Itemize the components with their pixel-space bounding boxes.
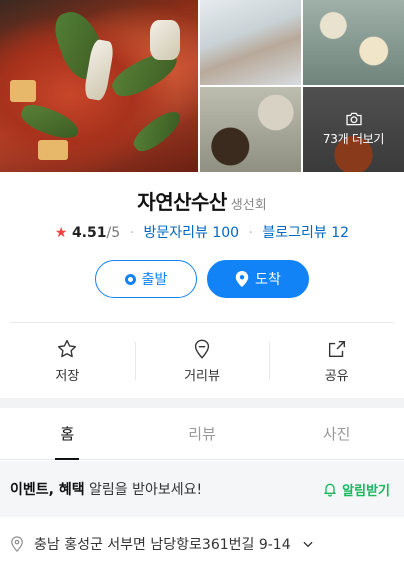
bell-icon [324, 483, 336, 497]
notify-label: 알림받기 [342, 483, 390, 499]
chevron-down-icon[interactable] [301, 537, 315, 551]
event-notice-banner: 이벤트, 혜택 알림을 받아보세요! 알림받기 [0, 461, 404, 517]
photo-detail [38, 140, 68, 160]
rating-max: /5 [106, 225, 121, 241]
notice-text: 이벤트, 혜택 알림을 받아보세요! [10, 479, 202, 499]
share-label: 공유 [324, 369, 349, 384]
map-pin-outline-icon [194, 339, 210, 359]
arrive-button[interactable]: 도착 [207, 260, 309, 298]
photo-detail [129, 104, 186, 158]
tab-photos[interactable]: 사진 [269, 408, 404, 459]
save-button[interactable]: 저장 [0, 330, 135, 392]
location-pin-icon [235, 271, 249, 287]
tab-reviews[interactable]: 리뷰 [135, 408, 270, 459]
photo-thumbnail[interactable] [200, 87, 301, 172]
place-header: 자연산수산 생선회 [0, 186, 404, 215]
photo-more-label: 73개 더보기 [322, 132, 385, 146]
place-name: 자연산수산 [137, 190, 227, 214]
share-icon [328, 340, 345, 358]
tab-home[interactable]: 홈 [0, 408, 135, 459]
photo-detail [10, 80, 36, 102]
photo-more-overlay[interactable]: 73개 더보기 [303, 87, 404, 172]
notify-button[interactable]: 알림받기 [322, 480, 390, 499]
rating-value: 4.51 [71, 225, 107, 241]
camera-icon [345, 112, 362, 126]
star-icon: ★ [54, 225, 68, 241]
share-button[interactable]: 공유 [269, 330, 404, 392]
divider [10, 322, 394, 323]
photo-thumbnail[interactable] [200, 0, 301, 85]
address-row[interactable]: 충남 홍성군 서부면 남당항로361번길 9-14 [8, 534, 315, 554]
photo-thumbnail[interactable] [303, 0, 404, 85]
section-gap [0, 398, 404, 408]
action-bar: 저장 거리뷰 공유 [0, 330, 404, 392]
notice-strong: 이벤트, 혜택 [10, 482, 85, 498]
photo-detail [17, 100, 83, 144]
photo-more-thumbnail[interactable]: 73개 더보기 [303, 87, 404, 172]
save-label: 저장 [55, 369, 80, 384]
arrive-label: 도착 [255, 272, 281, 288]
start-label: 출발 [141, 272, 168, 288]
star-outline-icon [58, 339, 77, 358]
photo-detail [150, 20, 180, 60]
notice-rest: 알림을 받아보세요! [84, 482, 203, 498]
distance-view-button[interactable]: 거리뷰 [134, 330, 270, 392]
photo-thumbnails: 73개 더보기 [200, 0, 404, 172]
start-icon [124, 273, 136, 285]
location-outline-icon [11, 536, 23, 552]
place-meta: ★ 4.51/5 · 방문자리뷰 100 · 블로그리뷰 12 [0, 222, 404, 242]
address-text: 충남 홍성군 서부면 남당항로361번길 9-14 [34, 537, 291, 553]
visitor-reviews-link[interactable]: 방문자리뷰 100 [143, 225, 239, 241]
photo-gallery: 73개 더보기 [0, 0, 404, 172]
blog-reviews-link[interactable]: 블로그리뷰 12 [262, 225, 349, 241]
distance-view-label: 거리뷰 [184, 369, 220, 384]
place-category: 생선회 [230, 198, 267, 213]
main-photo[interactable] [0, 0, 198, 172]
separator-dot: · [129, 225, 135, 241]
separator-dot: · [248, 225, 253, 241]
start-button[interactable]: 출발 [95, 260, 197, 298]
route-buttons: 출발 도착 [0, 260, 404, 298]
tab-bar: 홈 리뷰 사진 [0, 408, 404, 460]
